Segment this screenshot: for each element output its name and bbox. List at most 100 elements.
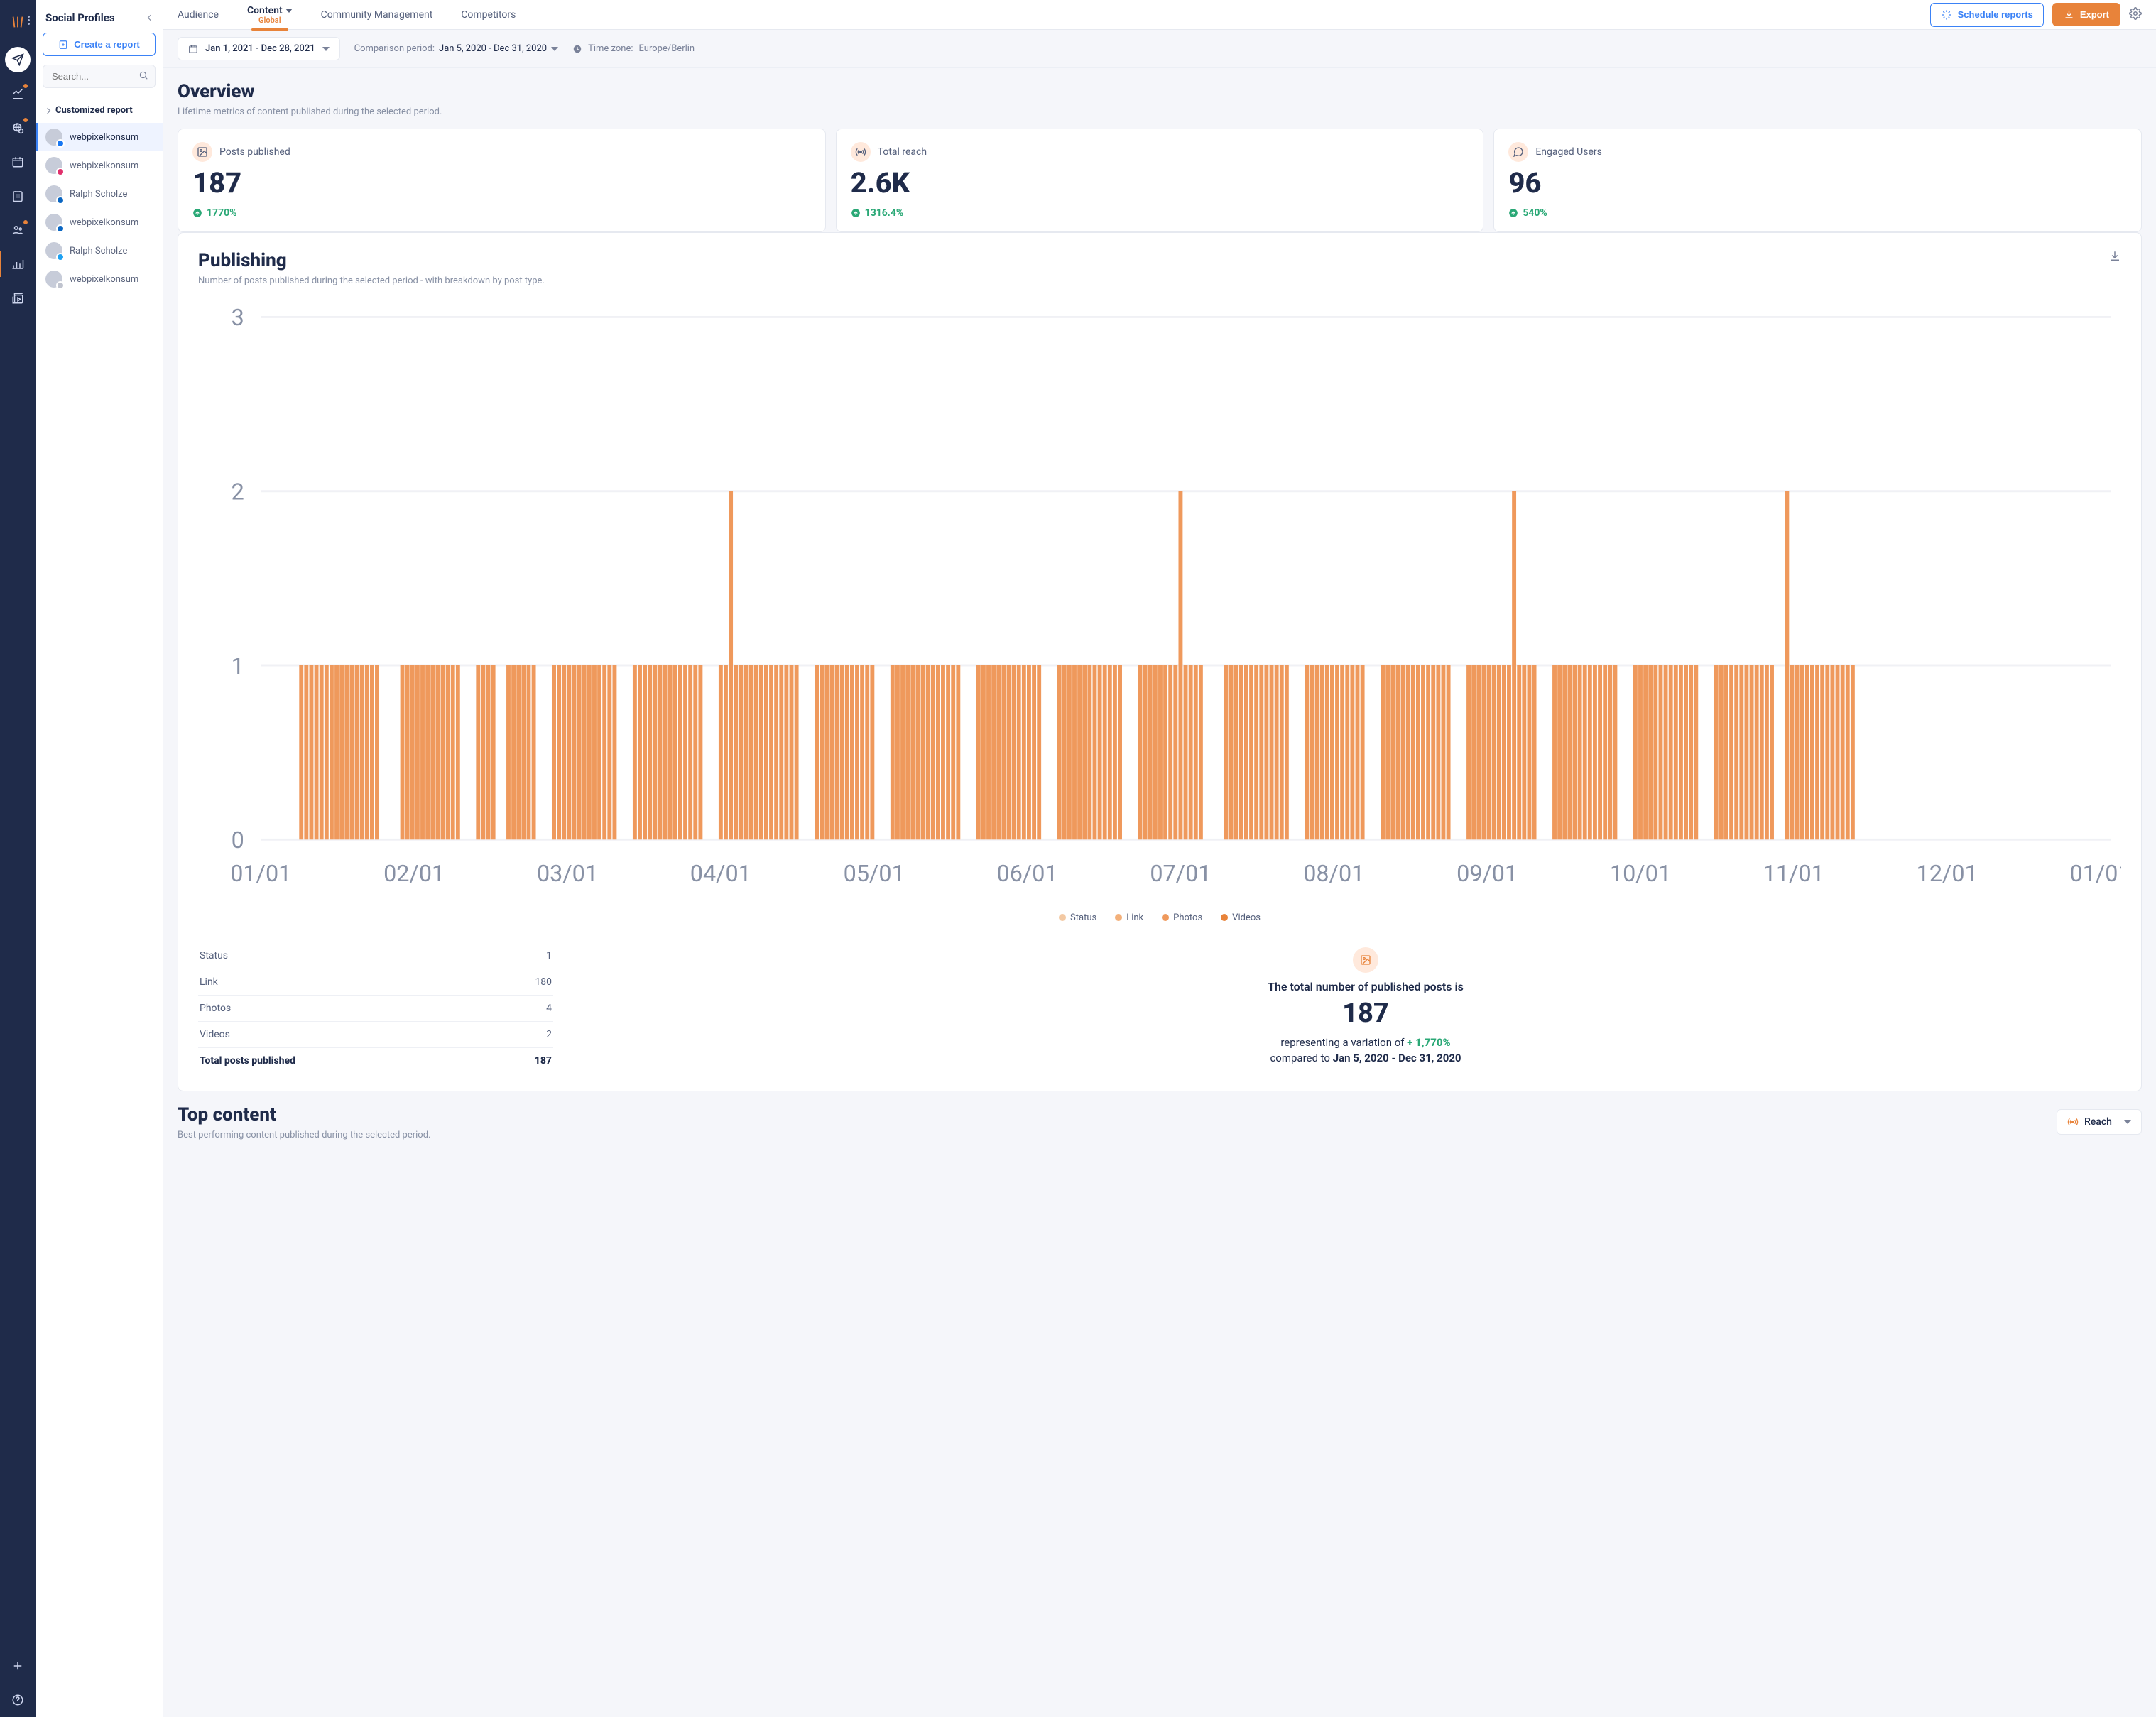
rail-tasks[interactable] [5, 183, 31, 209]
kpi-delta: 540% [1508, 207, 2127, 219]
legend-label: Link [1126, 912, 1143, 923]
legend-label: Photos [1173, 912, 1202, 923]
network-badge [56, 224, 65, 233]
rail-help[interactable] [5, 1687, 31, 1713]
publishing-chart: 012301/0102/0103/0104/0105/0106/0107/010… [198, 296, 2121, 905]
tab-bar: Audience Content Global Community Manage… [163, 0, 2156, 30]
kpi-icon [1508, 142, 1528, 162]
svg-text:3: 3 [232, 304, 244, 331]
legend-item[interactable]: Videos [1221, 912, 1261, 923]
avatar [45, 214, 62, 231]
profile-item[interactable]: webpixelkonsum [36, 151, 163, 180]
rail-publish[interactable] [5, 47, 31, 72]
create-report-button[interactable]: Create a report [43, 33, 156, 56]
kpi-label: Total reach [878, 146, 927, 158]
kpi-icon [851, 142, 871, 162]
rail-add[interactable] [5, 1653, 31, 1679]
network-badge [56, 281, 65, 290]
rail-globe[interactable] [5, 115, 31, 141]
svg-text:09/01: 09/01 [1457, 860, 1518, 887]
network-badge [56, 139, 65, 148]
profile-name: webpixelkonsum [70, 217, 138, 228]
svg-text:01/01: 01/01 [230, 860, 291, 887]
side-panel: Social Profiles Create a report Customiz… [36, 0, 163, 1717]
svg-text:05/01: 05/01 [844, 860, 905, 887]
customized-report-row[interactable]: Customized report [36, 98, 163, 123]
legend-label: Status [1070, 912, 1096, 923]
legend-item[interactable]: Link [1115, 912, 1143, 923]
search-icon [138, 70, 148, 83]
svg-text:12/01: 12/01 [1917, 860, 1978, 887]
avatar [45, 185, 62, 202]
publishing-title: Publishing [198, 250, 545, 271]
rail-calendar[interactable] [5, 149, 31, 175]
legend-label: Videos [1232, 912, 1261, 923]
profile-name: webpixelkonsum [70, 132, 138, 143]
tab-content[interactable]: Content Global [247, 0, 293, 30]
profile-name: webpixelkonsum [70, 274, 138, 285]
clock-icon [572, 44, 582, 54]
plus-doc-icon [58, 40, 68, 50]
tab-competitors[interactable]: Competitors [461, 0, 516, 30]
tab-community[interactable]: Community Management [321, 0, 433, 30]
overview-title: Overview [178, 81, 2142, 102]
legend-swatch [1059, 914, 1066, 921]
table-row: Status1 [198, 943, 553, 969]
export-button[interactable]: Export [2052, 3, 2120, 26]
profile-list: webpixelkonsum webpixelkonsum Ralph Scholz… [36, 123, 163, 293]
top-content-sort-dropdown[interactable]: Reach [2057, 1109, 2142, 1135]
table-row: Videos2 [198, 1022, 553, 1048]
rail-dashboard[interactable] [5, 81, 31, 107]
svg-text:11/01: 11/01 [1763, 860, 1824, 887]
kpi-label: Engaged Users [1535, 146, 1602, 158]
tab-audience[interactable]: Audience [178, 0, 219, 30]
svg-text:04/01: 04/01 [690, 860, 751, 887]
image-icon [1353, 947, 1378, 973]
svg-text:06/01: 06/01 [997, 860, 1058, 887]
rail-team[interactable] [5, 217, 31, 243]
schedule-reports-button[interactable]: Schedule reports [1930, 3, 2044, 27]
svg-text:03/01: 03/01 [537, 860, 598, 887]
legend-item[interactable]: Photos [1162, 912, 1202, 923]
svg-text:10/01: 10/01 [1610, 860, 1671, 887]
legend-item[interactable]: Status [1059, 912, 1096, 923]
profile-item[interactable]: webpixelkonsum [36, 208, 163, 236]
chevron-down-icon [2124, 1120, 2131, 1124]
legend-swatch [1115, 914, 1122, 921]
profile-item[interactable]: Ralph Scholze [36, 236, 163, 265]
chevron-down-icon [322, 47, 330, 51]
calendar-icon [188, 44, 198, 54]
arrow-up-circle-icon [851, 208, 861, 218]
svg-text:1: 1 [232, 653, 244, 680]
comparison-period[interactable]: Comparison period: Jan 5, 2020 - Dec 31,… [354, 43, 558, 54]
top-content-subtitle: Best performing content published during… [178, 1130, 430, 1140]
settings-icon[interactable] [2129, 7, 2142, 23]
profile-item[interactable]: webpixelkonsum [36, 123, 163, 151]
rail-analytics[interactable] [5, 251, 31, 277]
profile-name: Ralph Scholze [70, 246, 127, 256]
svg-text:02/01: 02/01 [383, 860, 445, 887]
profile-name: webpixelkonsum [70, 160, 138, 171]
profile-item[interactable]: Ralph Scholze [36, 180, 163, 208]
arrow-up-circle-icon [192, 208, 202, 218]
date-range-picker[interactable]: Jan 1, 2021 - Dec 28, 2021 [178, 37, 340, 60]
kpi-delta: 1770% [192, 207, 811, 219]
profile-name: Ralph Scholze [70, 189, 127, 200]
rail-library[interactable] [5, 285, 31, 311]
network-badge [56, 253, 65, 261]
publishing-breakdown-table: Status1Link180Photos4Videos2Total posts … [198, 943, 553, 1074]
download-chart-icon[interactable] [2108, 250, 2121, 266]
top-content-title: Top content [178, 1104, 430, 1125]
profile-item[interactable]: webpixelkonsum [36, 265, 163, 293]
chevron-down-icon [285, 9, 293, 13]
top-content-section: Top content Best performing content publ… [178, 1104, 2142, 1140]
svg-text:08/01: 08/01 [1303, 860, 1364, 887]
svg-text:01/01: 01/01 [2070, 860, 2121, 887]
panel-collapse-icon[interactable] [148, 15, 153, 21]
table-row-total: Total posts published187 [198, 1048, 553, 1074]
kpi-card: Posts published 187 1770% [178, 129, 826, 232]
kpi-icon [192, 142, 212, 162]
kpi-card: Engaged Users 96 540% [1493, 129, 2142, 232]
icon-rail [0, 0, 36, 1717]
legend-swatch [1162, 914, 1169, 921]
